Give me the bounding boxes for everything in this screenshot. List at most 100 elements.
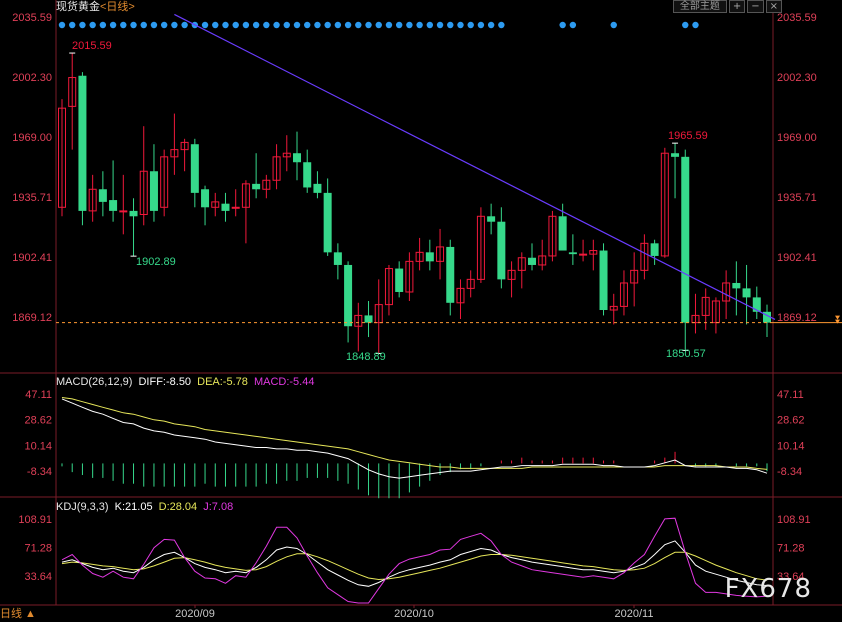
low-annotation-2: 1848.89 [346,351,386,363]
high-annotation-2: 1965.59 [668,130,708,142]
kdj-legend: KDJ(9,3,3) K:21.05 D:28.04 J:7.08 [56,501,236,514]
macd-axis-right-label: 10.14 [777,440,805,452]
candle-body-down [252,183,261,190]
candle-body-down [528,257,536,265]
kdj-axis-left-label: 71.28 [24,542,52,554]
period-footer-button[interactable]: 日线 ▲ [0,608,36,621]
event-dot [467,21,474,29]
macd-axis-right-label: 28.62 [777,415,805,427]
event-dot [201,21,209,29]
candle-body-down [497,221,506,280]
event-dot [344,21,352,29]
macd-macd-value: MACD:-5.44 [253,376,315,388]
event-dot [477,21,485,29]
event-dot [385,21,393,29]
price-axis-left-label: 1935.71 [12,192,52,204]
theme-select-button[interactable]: 全部主题 [672,0,727,13]
period-button[interactable]: <日线> [100,1,135,13]
kdj-j-value: J:7.08 [203,501,234,513]
macd-diff-value: DIFF:-8.50 [138,376,192,388]
event-dot [58,21,66,29]
candle-body-down [650,243,659,256]
chart-title: 现货黄金<日线> [56,0,135,14]
candle-body-down [681,156,690,323]
price-axis-right-label: 1902.41 [777,252,817,264]
macd-axis-right-label: -8.34 [777,466,802,478]
event-dot [314,21,321,29]
candle-body-down [293,153,301,163]
event-dot [324,21,331,29]
macd-label: MACD(26,12,9) [56,376,133,388]
candle-body-down [201,189,210,208]
candle-body-down [303,162,312,188]
event-dot [293,21,301,29]
chart-toolbar: 全部主题 + − × [672,0,782,13]
candle-body-down [129,210,138,217]
event-dot [447,21,454,29]
price-axis-left-label: 1969.00 [12,132,52,144]
event-dot [416,21,423,29]
fx678-logo: FX678 [724,574,812,604]
macd-axis-left-label: 10.14 [24,440,52,452]
event-dot [559,21,566,29]
candle-body-down [599,250,608,311]
price-axis-left-label: 1869.12 [12,312,52,324]
event-dot [375,21,382,29]
event-dot [334,21,342,29]
event-dot [222,21,229,29]
candle-body-down [190,144,199,193]
event-dot [436,21,444,29]
candle-body-down [98,189,107,202]
event-dot [365,21,372,29]
candle-body-down [446,246,455,303]
candle-body-up [579,253,588,256]
event-dot [426,21,434,29]
event-dot [273,21,280,29]
candle-body-down [221,203,230,211]
candle-body-down [109,200,118,211]
event-dot [263,21,270,29]
event-dot [304,21,311,29]
event-dot [212,21,219,29]
macd-legend: MACD(26,12,9) DIFF:-8.50 DEA:-5.78 MACD:… [56,376,317,389]
macd-axis-right-label: 47.11 [777,389,804,401]
low-annotation-1: 1902.89 [136,256,176,268]
event-dot [569,21,577,29]
event-dot [457,21,464,29]
event-dot [232,21,239,29]
price-axis-left-label: 2035.59 [12,12,52,24]
macd-axis-left-label: -8.34 [27,466,52,478]
price-axis-right-label: 1935.71 [777,192,817,204]
candle-body-down [425,252,434,262]
kdj-k-value: K:21.05 [114,501,153,513]
time-axis-label: 2020/10 [394,608,434,620]
price-axis-right-label: 2002.30 [777,72,817,84]
event-dot [89,21,96,29]
event-dot [283,21,290,29]
event-dot [120,21,127,29]
zoom-out-button[interactable]: − [747,0,764,13]
chart-canvas[interactable]: 2035.59 2035.59 2002.30 2002.30 1969.00 1969.… [0,0,842,622]
event-dot [109,21,117,29]
candle-body-up [231,206,240,209]
event-dot [487,21,495,29]
zoom-in-button[interactable]: + [728,0,746,13]
candle-body-down [568,252,577,255]
kdj-axis-left-label: 33.64 [24,571,52,583]
candle-body-down [395,268,404,292]
close-button[interactable]: × [765,0,782,13]
event-dot [181,21,188,29]
event-dot [79,21,86,29]
kdj-axis-right-label: 108.91 [777,514,811,526]
price-axis-left-label: 1902.41 [12,252,52,264]
macd-axis-left-label: 28.62 [24,415,52,427]
candle-body-down [732,282,741,289]
event-dot [171,21,178,29]
candle-body-down [333,252,342,265]
high-annotation-1: 2015.59 [72,40,112,52]
candle-body-down [671,153,680,157]
event-dot [610,21,617,29]
price-axis-right-label: 1969.00 [777,132,817,144]
event-dot [140,21,147,29]
candle-body-up [119,210,128,213]
